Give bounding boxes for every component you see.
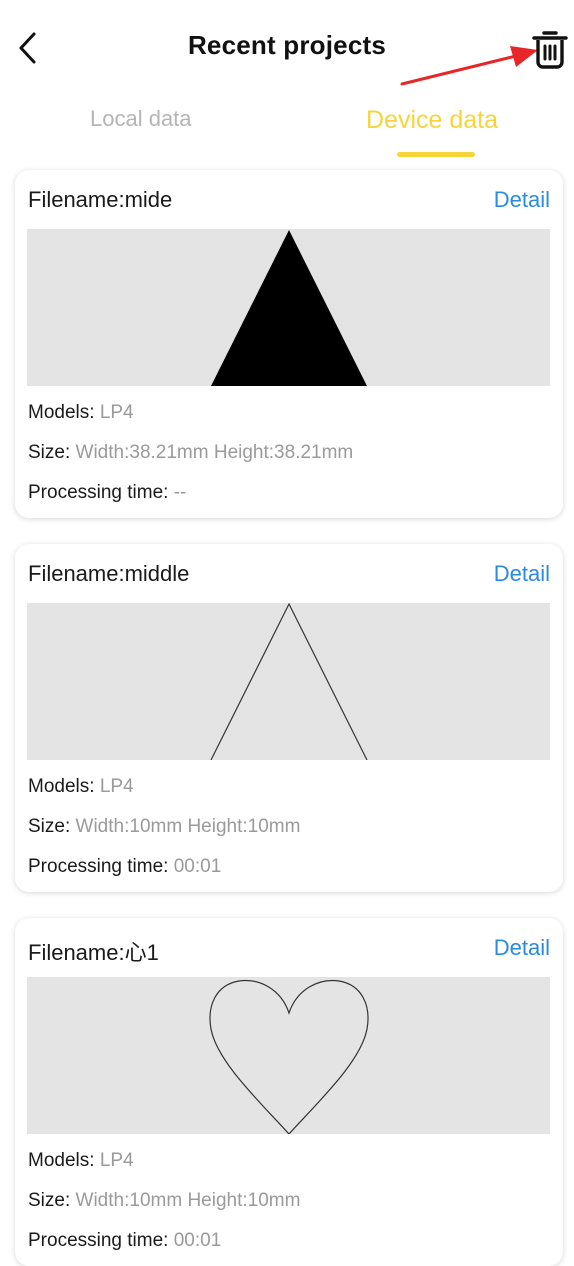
processing-time-label: Processing time: [28,856,169,877]
outline-heart-preview [209,979,369,1134]
models-value: LP4 [99,776,134,797]
processing-time-row: Processing time: 00:01 [28,856,221,878]
processing-time-label: Processing time: [28,482,169,503]
project-card[interactable]: Filename:心1 Detail Models: LP4 Size: Wid… [15,918,563,1266]
project-filename: Filename:心1 [28,940,159,965]
processing-time-label: Processing time: [28,1230,169,1251]
filled-triangle-preview [211,230,367,386]
processing-time-row: Processing time: -- [28,482,186,504]
active-tab-indicator [397,152,475,157]
detail-link[interactable]: Detail [494,187,550,213]
processing-time-value: 00:01 [173,856,222,877]
outline-triangle-preview [210,603,368,760]
tab-local-data[interactable]: Local data [90,106,192,132]
models-value: LP4 [99,402,134,423]
data-source-tabs: Local data Device data [0,106,574,162]
tab-device-data[interactable]: Device data [366,106,498,135]
detail-link[interactable]: Detail [494,561,550,587]
size-label: Size: [28,1190,71,1211]
processing-time-row: Processing time: 00:01 [28,1230,221,1252]
models-row: Models: LP4 [28,776,134,798]
size-value: Width:38.21mm Height:38.21mm [75,442,354,463]
app-header: Recent projects [0,0,574,100]
size-row: Size: Width:38.21mm Height:38.21mm [28,442,353,464]
models-label: Models: [28,402,95,423]
project-card[interactable]: Filename:mide Detail Models: LP4 Size: W… [15,170,563,518]
size-row: Size: Width:10mm Height:10mm [28,816,300,838]
project-preview [27,603,550,760]
project-filename: Filename:middle [28,561,190,586]
processing-time-value: 00:01 [173,1230,222,1251]
models-label: Models: [28,776,95,797]
size-row: Size: Width:10mm Height:10mm [28,1190,300,1212]
size-value: Width:10mm Height:10mm [75,816,301,837]
trash-icon[interactable] [530,28,570,70]
models-value: LP4 [99,1150,134,1171]
project-preview [27,229,550,386]
models-row: Models: LP4 [28,402,134,424]
annotation-arrow [400,46,538,86]
project-card[interactable]: Filename:middle Detail Models: LP4 Size:… [15,544,563,892]
models-row: Models: LP4 [28,1150,134,1172]
project-filename: Filename:mide [28,187,173,212]
size-label: Size: [28,816,71,837]
size-label: Size: [28,442,71,463]
models-label: Models: [28,1150,95,1171]
project-preview [27,977,550,1134]
size-value: Width:10mm Height:10mm [75,1190,301,1211]
detail-link[interactable]: Detail [494,935,550,961]
processing-time-value: -- [173,482,187,503]
